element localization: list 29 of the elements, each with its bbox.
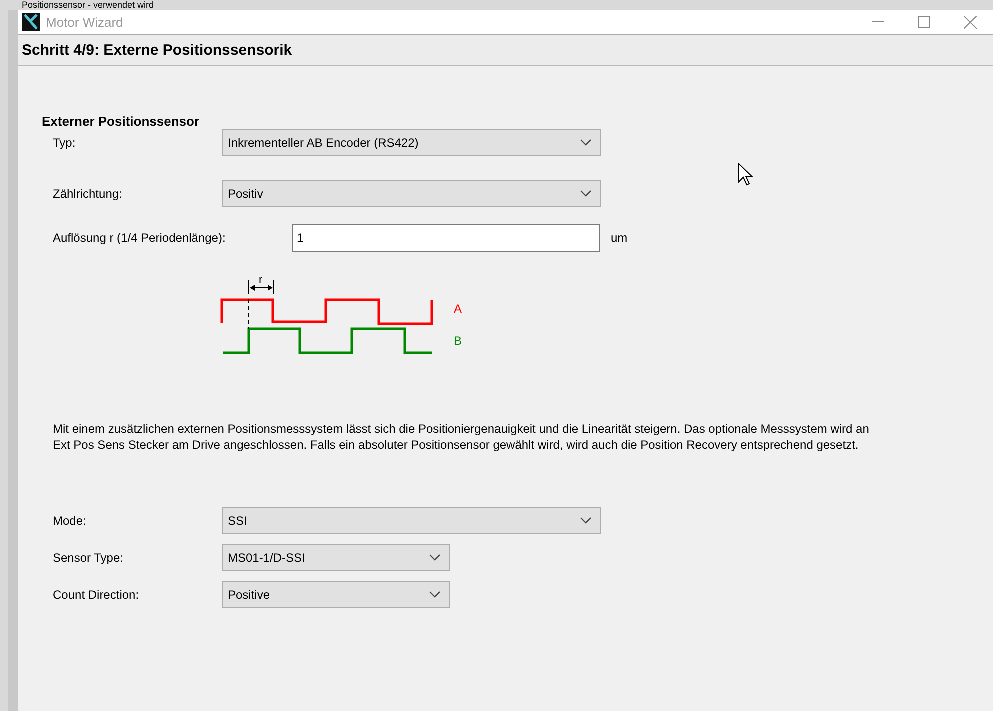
window-title: Motor Wizard xyxy=(46,14,124,30)
input-field[interactable]: 1 xyxy=(292,224,600,252)
field-label: Sensor Type: xyxy=(52,550,124,564)
field-label: Auflösung r (1/4 Periodenlänge): xyxy=(52,230,227,244)
chevron-down-icon xyxy=(429,554,441,561)
close-icon xyxy=(964,16,976,28)
background-caption: Positionssensor - verwendet wird xyxy=(21,0,156,10)
field-label: Typ: xyxy=(52,136,77,150)
encoder-signal-drawing: r A B xyxy=(220,276,470,366)
field-label: Count Direction: xyxy=(52,588,140,602)
dropdown[interactable]: Positive xyxy=(222,581,450,608)
field-label: Zählrichtung: xyxy=(52,186,124,200)
app-logo-icon xyxy=(22,13,40,31)
mouse-cursor-icon xyxy=(738,163,754,187)
chevron-down-icon xyxy=(580,139,592,146)
section-title: Externer Positionssensor xyxy=(42,114,200,129)
chevron-down-icon xyxy=(580,190,592,197)
maximize-icon xyxy=(918,16,930,28)
chevron-down-icon xyxy=(580,517,592,524)
dropdown[interactable]: MS01-1/D-SSI xyxy=(222,544,450,571)
step-title: Schritt 4/9: Externe Positionssensorik xyxy=(22,42,292,58)
dropdown[interactable]: Positiv xyxy=(222,180,601,207)
field-label: Mode: xyxy=(52,514,88,528)
dropdown[interactable]: SSI xyxy=(222,507,601,534)
chevron-down-icon xyxy=(429,591,441,598)
unit-label: um xyxy=(611,230,628,244)
description-text: Mit einem zusätzlichen externen Positionsmesssystem lässt sich die Positioniergenauigkeit und die Linearität steigern. Das optionale Messsystem wird an Ext Pos Sens Stecker am Drive angeschlossen. Falls ein absoluter Positionsensor gewählt wird, wird auch die Position Recovery entsprechend gesetzt. xyxy=(53,421,870,453)
dropdown[interactable]: Inkrementeller AB Encoder (RS422) xyxy=(222,129,601,156)
minimize-icon xyxy=(872,21,884,23)
